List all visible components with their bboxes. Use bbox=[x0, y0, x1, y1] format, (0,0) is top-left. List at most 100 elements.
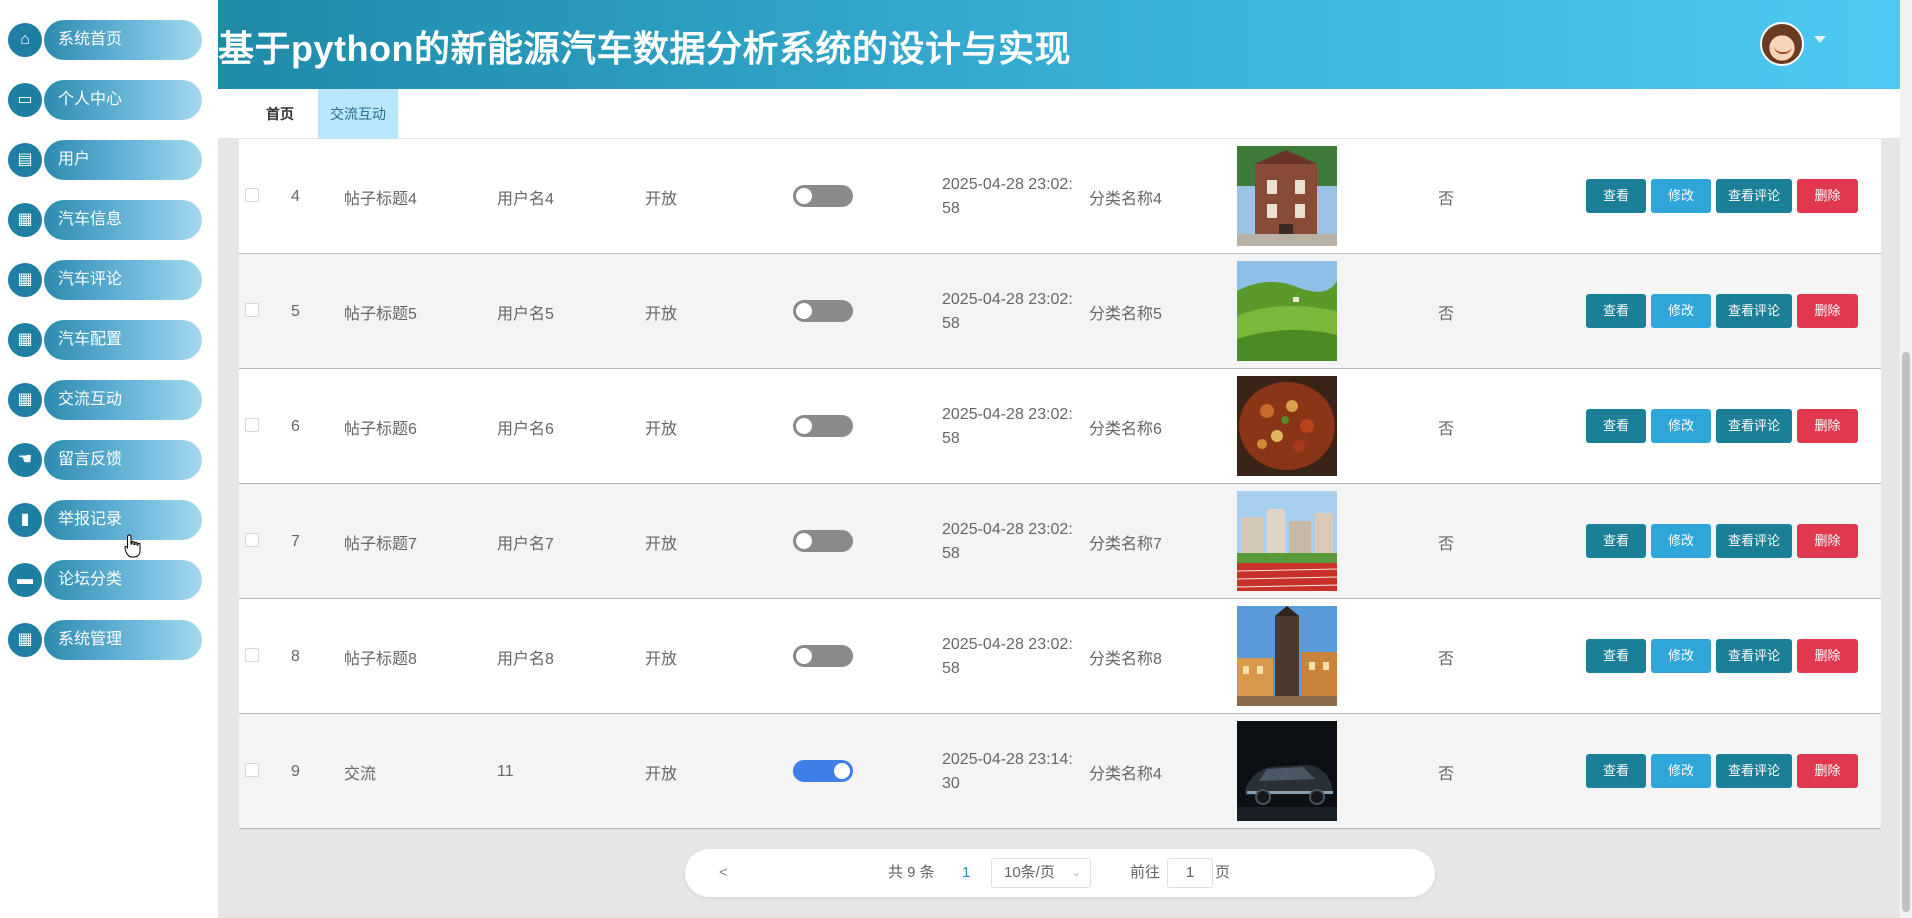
post-time: 2025-04-28 23:02: 58 bbox=[942, 369, 1090, 484]
hand-icon: ☚ bbox=[8, 443, 42, 477]
sidebar-item-personal-center[interactable]: 个人中心 ▭ bbox=[8, 80, 202, 120]
pin-toggle[interactable] bbox=[793, 415, 853, 437]
row-index: 8 bbox=[291, 647, 300, 665]
post-category: 分类名称6 bbox=[1089, 420, 1162, 438]
row-checkbox[interactable] bbox=[245, 418, 259, 432]
total-count: 共 9 条 bbox=[888, 864, 935, 881]
sidebar-item-reports[interactable]: 举报记录 ▮ bbox=[8, 500, 202, 540]
goto-page-input[interactable] bbox=[1167, 858, 1213, 888]
pin-toggle[interactable] bbox=[793, 645, 853, 667]
delete-button[interactable]: 删除 bbox=[1797, 409, 1858, 443]
view-button[interactable]: 查看 bbox=[1586, 294, 1646, 328]
pin-toggle[interactable] bbox=[793, 530, 853, 552]
view-button[interactable]: 查看 bbox=[1586, 524, 1646, 558]
post-title: 交流 bbox=[344, 765, 377, 783]
edit-button[interactable]: 修改 bbox=[1651, 409, 1711, 443]
edit-button[interactable]: 修改 bbox=[1651, 754, 1711, 788]
tab-forum[interactable]: 交流互动 bbox=[318, 89, 398, 139]
post-time-line1: 2025-04-28 23:02: bbox=[942, 405, 1073, 423]
post-status: 开放 bbox=[645, 420, 678, 438]
username: 用户名4 bbox=[497, 190, 554, 208]
page-suffix: 页 bbox=[1215, 864, 1231, 881]
row-checkbox[interactable] bbox=[245, 648, 259, 662]
view-comments-button[interactable]: 查看评论 bbox=[1716, 639, 1792, 673]
delete-button[interactable]: 删除 bbox=[1797, 639, 1858, 673]
post-time: 2025-04-28 23:02: 58 bbox=[942, 484, 1090, 599]
view-button[interactable]: 查看 bbox=[1586, 179, 1646, 213]
post-status: 开放 bbox=[645, 190, 678, 208]
sidebar-item-car-reviews[interactable]: 汽车评论 ▦ bbox=[8, 260, 202, 300]
pin-toggle[interactable] bbox=[793, 760, 853, 782]
sidebar-item-car-info[interactable]: 汽车信息 ▦ bbox=[8, 200, 202, 240]
sidebar-item-home[interactable]: 系统首页 ⌂ bbox=[8, 20, 202, 60]
view-comments-button[interactable]: 查看评论 bbox=[1716, 754, 1792, 788]
delete-button[interactable]: 删除 bbox=[1797, 179, 1858, 213]
row-checkbox[interactable] bbox=[245, 303, 259, 317]
username: 用户名5 bbox=[497, 305, 554, 323]
post-time-line2: 58 bbox=[942, 544, 960, 562]
row-checkbox[interactable] bbox=[245, 188, 259, 202]
row-checkbox[interactable] bbox=[245, 763, 259, 777]
edit-button[interactable]: 修改 bbox=[1651, 524, 1711, 558]
sidebar-item-forum-categories[interactable]: 论坛分类 ▬ bbox=[8, 560, 202, 600]
post-category: 分类名称4 bbox=[1089, 765, 1162, 783]
tab-home[interactable]: 首页 bbox=[240, 89, 320, 139]
scrollbar-thumb[interactable] bbox=[1902, 352, 1910, 912]
delete-button[interactable]: 删除 bbox=[1797, 754, 1858, 788]
ticket-icon: ▬ bbox=[8, 563, 42, 597]
view-button[interactable]: 查看 bbox=[1586, 754, 1646, 788]
table-row: 8 帖子标题8 用户名8 开放 2025-04-28 23:02: 58 分类名称… bbox=[239, 599, 1881, 714]
sidebar-item-users[interactable]: 用户 ▤ bbox=[8, 140, 202, 180]
username: 用户名6 bbox=[497, 420, 554, 438]
hills-photo bbox=[1237, 261, 1337, 361]
pagination: < 共 9 条 1 10条/页 ⌄ 前往 页 bbox=[685, 849, 1435, 897]
page-size-select[interactable]: 10条/页 ⌄ bbox=[991, 858, 1091, 888]
grid-icon: ▦ bbox=[8, 623, 42, 657]
view-comments-button[interactable]: 查看评论 bbox=[1716, 524, 1792, 558]
view-comments-button[interactable]: 查看评论 bbox=[1716, 294, 1792, 328]
post-title: 帖子标题7 bbox=[344, 535, 417, 553]
edit-button[interactable]: 修改 bbox=[1651, 639, 1711, 673]
post-time-line1: 2025-04-28 23:02: bbox=[942, 520, 1073, 538]
post-time-line1: 2025-04-28 23:02: bbox=[942, 175, 1073, 193]
page-size-value: 10条/页 bbox=[1004, 864, 1055, 881]
grid-icon: ▦ bbox=[8, 203, 42, 237]
tab-bar: 首页 交流互动 bbox=[218, 89, 1900, 139]
view-button[interactable]: 查看 bbox=[1586, 409, 1646, 443]
page-number[interactable]: 1 bbox=[962, 849, 970, 897]
page-title: 基于python的新能源汽车数据分析系统的设计与实现 bbox=[218, 28, 1071, 69]
edit-button[interactable]: 修改 bbox=[1651, 179, 1711, 213]
sidebar-item-label: 汽车信息 bbox=[44, 200, 202, 240]
view-button[interactable]: 查看 bbox=[1586, 639, 1646, 673]
avatar[interactable] bbox=[1760, 22, 1804, 66]
sidebar-item-label: 用户 bbox=[44, 140, 202, 180]
sidebar-item-feedback[interactable]: 留言反馈 ☚ bbox=[8, 440, 202, 480]
view-comments-button[interactable]: 查看评论 bbox=[1716, 179, 1792, 213]
chevron-down-icon[interactable] bbox=[1814, 36, 1826, 43]
post-time-line2: 58 bbox=[942, 199, 960, 217]
post-category: 分类名称8 bbox=[1089, 650, 1162, 668]
top-flag: 否 bbox=[1438, 650, 1455, 668]
post-category: 分类名称5 bbox=[1089, 305, 1162, 323]
row-checkbox[interactable] bbox=[245, 533, 259, 547]
sidebar-item-forum[interactable]: 交流互动 ▦ bbox=[8, 380, 202, 420]
home-icon: ⌂ bbox=[8, 23, 42, 57]
pin-toggle[interactable] bbox=[793, 300, 853, 322]
top-flag: 否 bbox=[1438, 190, 1455, 208]
table-row: 4 帖子标题4 用户名4 开放 2025-04-28 23:02: 58 分类名称… bbox=[239, 139, 1881, 254]
post-status: 开放 bbox=[645, 650, 678, 668]
row-index: 9 bbox=[291, 762, 300, 780]
sidebar-item-label: 举报记录 bbox=[44, 500, 202, 540]
sidebar-item-car-config[interactable]: 汽车配置 ▦ bbox=[8, 320, 202, 360]
sidebar-item-label: 系统首页 bbox=[44, 20, 202, 60]
post-status: 开放 bbox=[645, 535, 678, 553]
view-comments-button[interactable]: 查看评论 bbox=[1716, 409, 1792, 443]
post-status: 开放 bbox=[645, 765, 678, 783]
delete-button[interactable]: 删除 bbox=[1797, 294, 1858, 328]
sidebar-item-system-admin[interactable]: 系统管理 ▦ bbox=[8, 620, 202, 660]
pin-toggle[interactable] bbox=[793, 185, 853, 207]
prev-page-button[interactable]: < bbox=[719, 849, 728, 897]
delete-button[interactable]: 删除 bbox=[1797, 524, 1858, 558]
edit-button[interactable]: 修改 bbox=[1651, 294, 1711, 328]
post-status: 开放 bbox=[645, 305, 678, 323]
